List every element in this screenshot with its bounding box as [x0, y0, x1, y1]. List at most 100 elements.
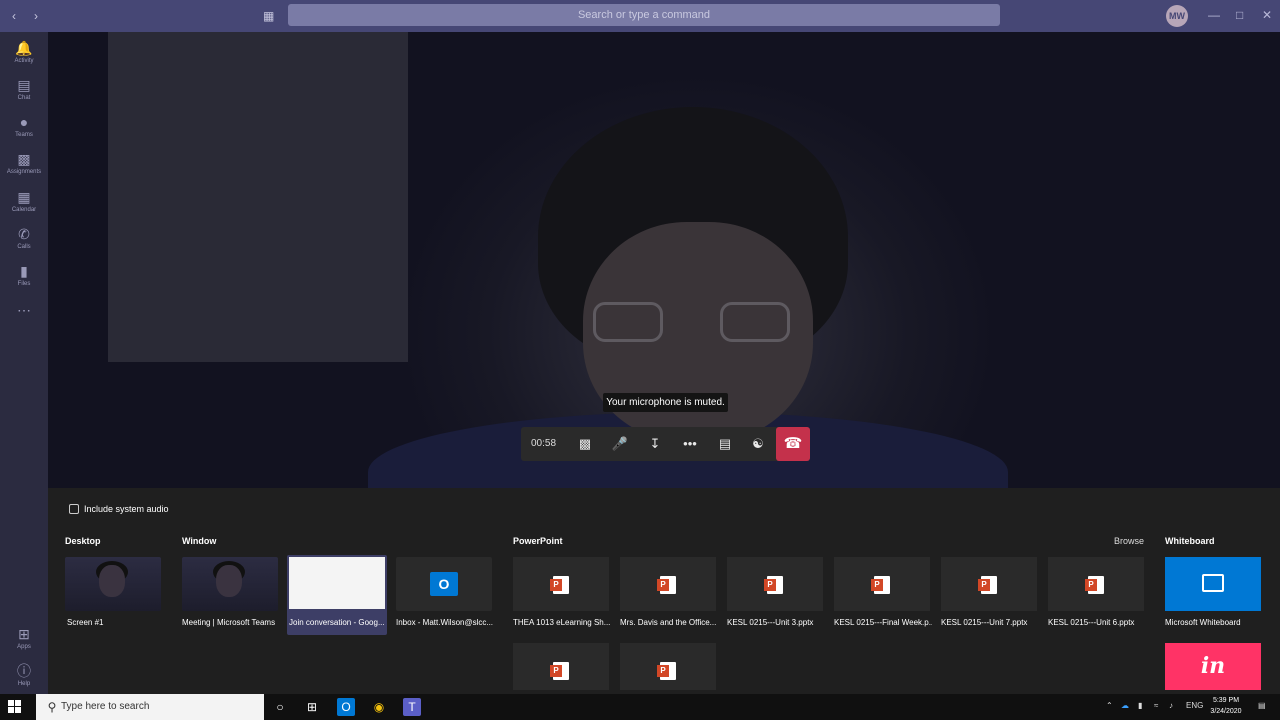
rail-item-activity[interactable]: 🔔 Activity	[0, 40, 48, 64]
apps-icon: ⊞	[18, 626, 30, 642]
cortana-icon[interactable]: ○	[271, 698, 289, 716]
clock-time: 5:39 PM	[1212, 697, 1240, 704]
search-input[interactable]: Search or type a command	[288, 4, 1000, 26]
clock-date: 3/24/2020	[1210, 708, 1242, 715]
hang-up-button[interactable]: ☎	[776, 427, 810, 461]
share-tile-ppt-3[interactable]	[727, 557, 823, 611]
caption-ppt-6: KESL 0215---Unit 6.pptx	[1048, 618, 1135, 627]
rail-item-apps[interactable]: ⊞ Apps	[0, 626, 48, 650]
bell-icon: 🔔	[15, 40, 33, 56]
powerpoint-file-icon	[657, 662, 676, 680]
windows-taskbar: Type here to search ⚲ ○ ⊞ O ◉ T ⌃ ☁ ▮ ≈ …	[0, 694, 1280, 720]
share-tile-ppt-8[interactable]	[620, 643, 716, 690]
search-icon: ⚲	[47, 700, 57, 714]
section-whiteboard: Whiteboard	[1165, 536, 1215, 546]
caption-outlook-window: Inbox - Matt.Wilson@slcc...	[396, 618, 494, 627]
avatar[interactable]: MW	[1166, 5, 1188, 27]
whiteboard-icon	[1202, 574, 1224, 592]
minimize-icon[interactable]: —	[1208, 8, 1220, 22]
forward-icon[interactable]: ›	[34, 9, 38, 23]
taskbar-search-input[interactable]: Type here to search	[36, 694, 264, 720]
powerpoint-file-icon	[764, 576, 783, 594]
caption-screen: Screen #1	[67, 618, 104, 627]
help-icon: ⓘ	[17, 663, 31, 679]
rail-item-assignments[interactable]: ▩ Assignments	[0, 151, 48, 175]
volume-icon[interactable]: ♪	[1169, 701, 1173, 710]
calendar-icon: ▦	[17, 189, 31, 205]
language-indicator[interactable]: ENG	[1186, 701, 1203, 710]
chrome-taskbar-icon[interactable]: ◉	[370, 698, 388, 716]
title-bar: ‹ › ▦ Search or type a command MW — □ ✕	[0, 0, 1280, 32]
notifications-icon[interactable]: ▤	[1258, 701, 1266, 710]
caption-ppt-3: KESL 0215---Unit 3.pptx	[727, 618, 814, 627]
include-audio-checkbox[interactable]	[69, 504, 79, 514]
outlook-taskbar-icon[interactable]: O	[337, 698, 355, 716]
share-tray-icon[interactable]: ↧	[640, 427, 670, 461]
powerpoint-file-icon	[871, 576, 890, 594]
invision-icon[interactable]: in	[1165, 643, 1261, 690]
caption-chrome-window: Join conversation - Goog...	[289, 618, 385, 627]
compose-icon[interactable]: ▦	[263, 9, 274, 23]
wifi-icon[interactable]: ≈	[1154, 701, 1158, 710]
powerpoint-file-icon	[550, 576, 569, 594]
share-tile-ppt-7[interactable]	[513, 643, 609, 690]
section-desktop: Desktop	[65, 536, 101, 546]
powerpoint-file-icon	[550, 662, 569, 680]
assignments-icon: ▩	[17, 151, 31, 167]
section-powerpoint: PowerPoint	[513, 536, 563, 546]
rail-item-help[interactable]: ⓘ Help	[0, 663, 48, 687]
camera-icon[interactable]: ▩	[570, 427, 600, 461]
chat-icon: ▤	[17, 77, 31, 93]
caption-teams-window: Meeting | Microsoft Teams	[182, 618, 276, 627]
powerpoint-file-icon	[657, 576, 676, 594]
onedrive-icon[interactable]: ☁	[1121, 701, 1129, 710]
more-apps-icon[interactable]: ⋯	[0, 302, 48, 318]
participants-icon[interactable]: ☯	[743, 427, 773, 461]
rail-item-files[interactable]: ▮ Files	[0, 263, 48, 287]
share-tile-whiteboard[interactable]	[1165, 557, 1261, 611]
browse-link[interactable]: Browse	[1114, 536, 1144, 546]
windows-start-icon[interactable]	[8, 700, 22, 714]
call-controls: 00:58 ▩ 🎤 ↧ ••• ▤ ☯	[521, 427, 810, 461]
share-tile-ppt-4[interactable]	[834, 557, 930, 611]
caption-ppt-5: KESL 0215---Unit 7.pptx	[941, 618, 1028, 627]
share-tile-outlook-window[interactable]: O	[396, 557, 492, 611]
taskbar-clock[interactable]: 5:39 PM 3/24/2020	[1206, 695, 1246, 717]
caption-ppt-1: THEA 1013 eLearning Sh...	[513, 618, 611, 627]
include-system-audio[interactable]: Include system audio	[69, 504, 169, 514]
caption-ppt-2: Mrs. Davis and the Office...	[620, 618, 717, 627]
back-icon[interactable]: ‹	[12, 9, 16, 23]
share-tile-ppt-1[interactable]	[513, 557, 609, 611]
rail-item-teams[interactable]: ● Teams	[0, 114, 48, 138]
mic-muted-icon[interactable]: 🎤	[605, 427, 635, 461]
mute-toast: Your microphone is muted.	[603, 393, 728, 412]
share-tile-ppt-2[interactable]	[620, 557, 716, 611]
glasses-left	[593, 302, 663, 342]
task-view-icon[interactable]: ⊞	[303, 698, 321, 716]
section-window: Window	[182, 536, 217, 546]
video-stage	[48, 32, 1280, 488]
rail-item-calls[interactable]: ✆ Calls	[0, 226, 48, 250]
caption-whiteboard: Microsoft Whiteboard	[1165, 618, 1241, 627]
background-door	[108, 32, 408, 362]
teams-taskbar-icon[interactable]: T	[403, 698, 421, 716]
share-tile-ppt-6[interactable]	[1048, 557, 1144, 611]
chrome-window-thumbnail	[289, 557, 385, 609]
share-tile-teams-window[interactable]	[182, 557, 278, 611]
more-actions-icon[interactable]: •••	[675, 427, 705, 461]
rail-item-chat[interactable]: ▤ Chat	[0, 77, 48, 101]
caption-ppt-4: KESL 0215---Final Week.p...	[834, 618, 932, 627]
maximize-icon[interactable]: □	[1236, 8, 1243, 22]
phone-icon: ✆	[18, 226, 30, 242]
share-tile-ppt-5[interactable]	[941, 557, 1037, 611]
glasses-right	[720, 302, 790, 342]
close-icon[interactable]: ✕	[1262, 8, 1272, 22]
app-rail: 🔔 Activity ▤ Chat ● Teams ▩ Assignments ▦ Cal…	[0, 32, 48, 694]
teams-icon: ●	[19, 114, 29, 130]
conversation-icon[interactable]: ▤	[710, 427, 740, 461]
show-hidden-icons-icon[interactable]: ⌃	[1106, 701, 1113, 710]
battery-icon[interactable]: ▮	[1138, 701, 1142, 710]
rail-item-calendar[interactable]: ▦ Calendar	[0, 189, 48, 213]
files-icon: ▮	[20, 263, 28, 279]
share-tile-screen[interactable]	[65, 557, 161, 611]
